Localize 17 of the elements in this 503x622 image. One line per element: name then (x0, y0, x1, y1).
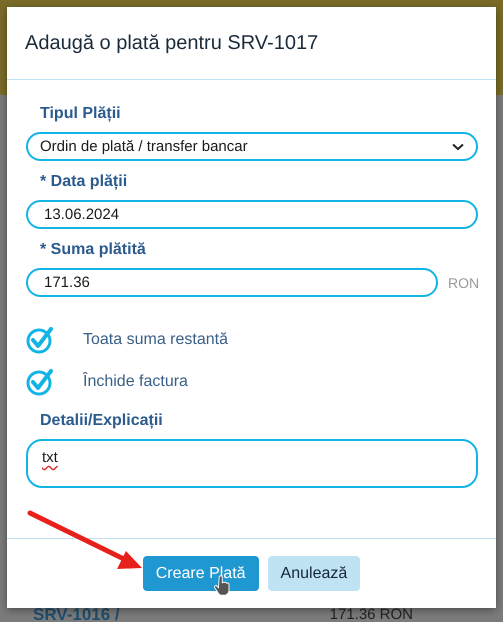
dialog-title: Adaugă o plată pentru SRV-1017 (25, 32, 318, 54)
checkbox[interactable] (26, 368, 54, 396)
chevron-down-icon (452, 142, 464, 150)
input-field[interactable]: 13.06.2024 (26, 200, 478, 229)
checkbox-label: Toata suma restantă (83, 331, 228, 349)
field-label: * Data plății (40, 172, 128, 192)
payment-type-dropdown[interactable]: Ordin de plată / transfer bancar (26, 132, 478, 161)
cancel-button[interactable]: Anulează (268, 556, 360, 591)
field-label: Detalii/Explicații (40, 411, 164, 431)
checkbox-label: Închide factura (83, 373, 188, 391)
details-textarea[interactable]: txt (26, 439, 478, 488)
field-label: Tipul Plății (40, 104, 122, 124)
checkbox[interactable] (26, 326, 54, 354)
amount-text: 171.36 RON (330, 608, 414, 622)
field-label: * Suma plătită (40, 240, 147, 260)
input-field[interactable]: 171.36 (26, 268, 438, 297)
currency-label: RON (448, 274, 478, 290)
